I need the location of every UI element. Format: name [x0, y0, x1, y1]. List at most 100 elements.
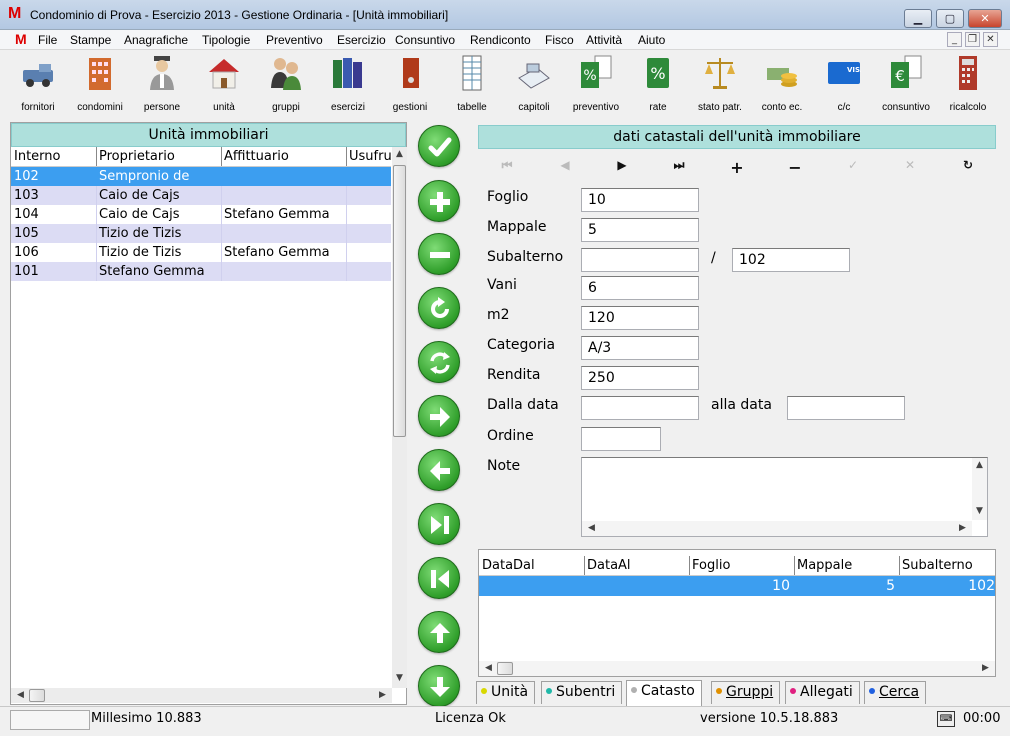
confirm-button[interactable] [418, 125, 460, 167]
menu-rendiconto[interactable]: Rendiconto [470, 33, 531, 47]
close-button[interactable]: ✕ [968, 9, 1002, 28]
nav-first-icon[interactable]: ⏮ [497, 158, 517, 173]
tab-subentri[interactable]: Subentri [541, 681, 623, 704]
foglio-field[interactable]: 10 [581, 188, 699, 212]
menu-preventivo[interactable]: Preventivo [266, 33, 323, 47]
note-vertical-scrollbar[interactable]: ▲ ▼ [972, 458, 987, 520]
dalla-data-field[interactable] [581, 396, 699, 420]
col-affittuario[interactable]: Affittuario [224, 149, 289, 164]
table-row[interactable]: 104 Caio de Cajs Stefano Gemma [11, 205, 391, 224]
tab-cerca[interactable]: Cerca [864, 681, 927, 704]
menu-attivita[interactable]: Attività [586, 33, 622, 47]
toolbar-esercizi[interactable]: esercizi [317, 51, 379, 117]
scroll-right-icon[interactable]: ▶ [955, 523, 970, 533]
toolbar-condomini[interactable]: condomini [69, 51, 131, 117]
menu-esercizio[interactable]: Esercizio [337, 33, 386, 47]
toolbar-consuntivo[interactable]: € consuntivo [875, 51, 937, 117]
col-mappale[interactable]: Mappale [797, 558, 852, 573]
scroll-left-icon[interactable]: ◀ [13, 690, 28, 700]
nav-delete-icon[interactable]: − [785, 158, 805, 177]
move-up-button[interactable] [418, 611, 460, 653]
col-separator[interactable] [689, 556, 690, 575]
subalterno-field[interactable] [581, 248, 699, 272]
tab-catasto[interactable]: Catasto [626, 680, 702, 706]
col-dataal[interactable]: DataAl [587, 558, 631, 573]
previous-button[interactable] [418, 449, 460, 491]
col-separator[interactable] [794, 556, 795, 575]
minimize-button[interactable]: ▁ [904, 9, 932, 28]
menu-stampe[interactable]: Stampe [70, 33, 111, 47]
table-row[interactable]: 101 Stefano Gemma [11, 262, 391, 281]
col-interno[interactable]: Interno [14, 149, 60, 164]
scroll-down-icon[interactable]: ▼ [972, 506, 987, 516]
mdi-minimize-button[interactable]: _ [947, 32, 962, 47]
col-subalterno[interactable]: Subalterno [902, 558, 973, 573]
add-button[interactable] [418, 180, 460, 222]
list-horizontal-scrollbar[interactable]: ◀ ▶ [11, 688, 392, 703]
tab-allegati[interactable]: Allegati [785, 681, 860, 704]
menu-fisco[interactable]: Fisco [545, 33, 574, 47]
toolbar-gestioni[interactable]: gestioni [379, 51, 441, 117]
scroll-right-icon[interactable]: ▶ [375, 690, 390, 700]
first-button[interactable] [418, 557, 460, 599]
toolbar-tabelle[interactable]: tabelle [441, 51, 503, 117]
col-separator[interactable] [221, 147, 222, 166]
scroll-thumb[interactable] [29, 689, 45, 702]
next-button[interactable] [418, 395, 460, 437]
sync-button[interactable] [418, 341, 460, 383]
move-down-button[interactable] [418, 665, 460, 707]
scroll-right-icon[interactable]: ▶ [978, 663, 993, 673]
col-proprietario[interactable]: Proprietario [99, 149, 175, 164]
list-vertical-scrollbar[interactable]: ▲ ▼ [392, 147, 407, 688]
menu-aiuto[interactable]: Aiuto [638, 33, 665, 47]
remove-button[interactable] [418, 233, 460, 275]
nav-insert-icon[interactable]: + [727, 158, 747, 177]
alla-data-field[interactable] [787, 396, 905, 420]
col-foglio[interactable]: Foglio [692, 558, 730, 573]
scroll-thumb[interactable] [393, 165, 406, 437]
toolbar-unita[interactable]: unità [193, 51, 255, 117]
vani-field[interactable]: 6 [581, 276, 699, 300]
tab-gruppi[interactable]: Gruppi [711, 681, 781, 704]
nav-refresh-icon[interactable]: ↻ [958, 158, 978, 172]
table-row[interactable]: 102 Sempronio de [11, 167, 391, 186]
scroll-left-icon[interactable]: ◀ [481, 663, 496, 673]
col-usufrutto[interactable]: Usufrutt [349, 149, 391, 164]
ordine-field[interactable] [581, 427, 661, 451]
mappale-field[interactable]: 5 [581, 218, 699, 242]
tab-unita[interactable]: Unità [476, 681, 536, 704]
menu-tipologie[interactable]: Tipologie [202, 33, 250, 47]
menu-anagrafiche[interactable]: Anagrafiche [124, 33, 188, 47]
last-button[interactable] [418, 503, 460, 545]
menu-consuntivo[interactable]: Consuntivo [395, 33, 455, 47]
col-separator[interactable] [899, 556, 900, 575]
menu-file[interactable]: File [38, 33, 57, 47]
m2-field[interactable]: 120 [581, 306, 699, 330]
scroll-thumb[interactable] [497, 662, 513, 675]
table-row[interactable]: 105 Tizio de Tizis [11, 224, 391, 243]
col-separator[interactable] [96, 147, 97, 166]
toolbar-preventivo[interactable]: % preventivo [565, 51, 627, 117]
categoria-field[interactable]: A/3 [581, 336, 699, 360]
scroll-up-icon[interactable]: ▲ [392, 149, 407, 159]
nav-last-icon[interactable]: ⏭ [669, 158, 689, 173]
nav-next-icon[interactable]: ▶ [612, 158, 632, 172]
mdi-close-button[interactable]: ✕ [983, 32, 998, 47]
grid-horizontal-scrollbar[interactable]: ◀ ▶ [479, 661, 995, 676]
nav-prev-icon[interactable]: ◀ [555, 158, 575, 172]
subalterno-interno-field[interactable]: 102 [732, 248, 850, 272]
refresh-button[interactable] [418, 287, 460, 329]
nav-cancel-icon[interactable]: ✕ [900, 158, 920, 172]
scroll-up-icon[interactable]: ▲ [972, 460, 987, 470]
col-separator[interactable] [584, 556, 585, 575]
scroll-down-icon[interactable]: ▼ [392, 673, 407, 683]
col-datadal[interactable]: DataDal [482, 558, 535, 573]
toolbar-capitoli[interactable]: capitoli [503, 51, 565, 117]
toolbar-ricalcolo[interactable]: ricalcolo [937, 51, 999, 117]
maximize-button[interactable]: ▢ [936, 9, 964, 28]
toolbar-rate[interactable]: % rate [627, 51, 689, 117]
col-separator[interactable] [346, 147, 347, 166]
toolbar-gruppi[interactable]: gruppi [255, 51, 317, 117]
mdi-restore-button[interactable]: ❐ [965, 32, 980, 47]
note-horizontal-scrollbar[interactable]: ◀ ▶ [582, 521, 972, 536]
